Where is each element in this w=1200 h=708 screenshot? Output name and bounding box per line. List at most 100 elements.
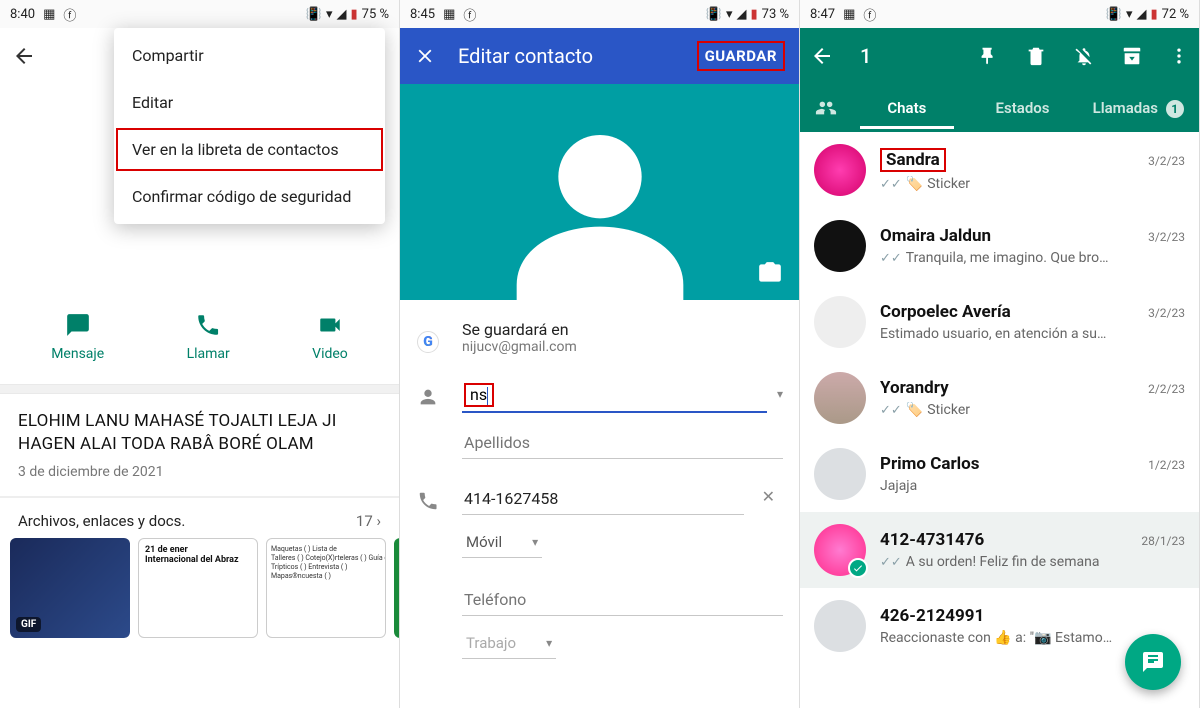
media-thumb[interactable]: GIF xyxy=(10,538,130,638)
expand-name-icon[interactable]: ▾ xyxy=(777,387,783,401)
media-thumb[interactable] xyxy=(138,538,258,638)
facebook-icon: ⓕ xyxy=(863,5,876,24)
chat-row[interactable]: Primo Carlos 1/2/23 Jajaja xyxy=(800,436,1199,512)
menu-confirmar-codigo[interactable]: Confirmar código de seguridad xyxy=(114,173,385,220)
tab-llamadas-label: Llamadas xyxy=(1093,99,1158,117)
archive-icon[interactable] xyxy=(1121,45,1143,67)
media-label: Archivos, enlaces y docs. xyxy=(18,512,185,530)
more-icon[interactable] xyxy=(1169,46,1189,66)
contact-photo-area[interactable] xyxy=(400,84,799,300)
media-thumbnails: GIF xyxy=(0,538,399,648)
media-count: 17 › xyxy=(356,512,381,530)
action-video[interactable]: Video xyxy=(312,312,348,362)
account-email: nijucv@gmail.com xyxy=(462,339,783,355)
vibrate-icon: 📳 xyxy=(706,7,722,22)
chat-row[interactable]: Corpoelec Avería 3/2/23 Estimado usuario… xyxy=(800,284,1199,360)
chat-date: 28/1/23 xyxy=(1141,534,1185,548)
delete-icon[interactable] xyxy=(1025,45,1047,67)
chat-name: 426-2124991 xyxy=(880,606,984,626)
wifi-icon: ▾ xyxy=(726,7,733,22)
lastname-input[interactable] xyxy=(462,423,783,459)
media-thumb[interactable] xyxy=(266,538,386,638)
status-bar: 8:47 ▦ ⓕ 📳 ▾ ◢ ▮ 72 % xyxy=(800,0,1199,28)
save-button[interactable]: GUARDAR xyxy=(697,41,785,71)
message-icon xyxy=(65,312,91,338)
new-chat-fab[interactable] xyxy=(1125,634,1181,690)
chat-icon xyxy=(1141,650,1165,674)
media-links-row[interactable]: Archivos, enlaces y docs. 17 › xyxy=(0,498,399,538)
chat-avatar[interactable] xyxy=(814,600,866,652)
contact-actions: Mensaje Llamar Video xyxy=(0,294,399,384)
wifi-icon: ▾ xyxy=(326,7,333,22)
phone2-input[interactable] xyxy=(462,580,783,616)
clear-phone-icon[interactable]: ✕ xyxy=(754,479,783,514)
vibrate-icon: 📳 xyxy=(306,7,322,22)
phone-row: 414-1627458 ✕ Móvil▾ Trabajo▾ xyxy=(416,469,783,669)
phone-number-input[interactable]: 414-1627458 xyxy=(462,479,744,515)
chat-avatar[interactable] xyxy=(814,220,866,272)
camera-icon[interactable] xyxy=(757,260,783,286)
phone-type-select[interactable]: Móvil▾ xyxy=(462,525,542,558)
chat-avatar[interactable] xyxy=(814,296,866,348)
chat-avatar[interactable] xyxy=(814,524,866,576)
facebook-icon: ⓕ xyxy=(63,5,76,24)
about-section[interactable]: ELOHIM LANU MAHASÉ TOJALTI LEJA JI HAGEN… xyxy=(0,394,399,496)
whatsapp-tabs: Chats Estados Llamadas 1 xyxy=(800,84,1199,132)
tab-chats[interactable]: Chats xyxy=(852,87,962,129)
chat-name: Omaira Jaldun xyxy=(880,226,991,246)
chat-preview: ✓✓ A su orden! Feliz fin de semana xyxy=(880,554,1185,570)
battery-pct: 72 % xyxy=(1162,7,1189,22)
mute-icon[interactable] xyxy=(1073,45,1095,67)
google-icon: G xyxy=(416,330,440,354)
phone-type-label: Móvil xyxy=(466,533,502,551)
pin-icon[interactable] xyxy=(977,45,999,67)
facebook-icon: ⓕ xyxy=(463,5,476,24)
selected-check-icon xyxy=(848,558,868,578)
avatar-placeholder-icon xyxy=(500,110,700,310)
menu-compartir[interactable]: Compartir xyxy=(114,32,385,79)
image-icon: ▦ xyxy=(43,7,55,22)
action-video-label: Video xyxy=(312,346,348,362)
chat-date: 2/2/23 xyxy=(1148,382,1185,396)
chat-preview: ✓✓🏷️ Sticker xyxy=(880,402,1185,418)
read-ticks-icon: ✓✓ xyxy=(880,403,902,418)
tab-llamadas[interactable]: Llamadas 1 xyxy=(1083,87,1193,130)
battery-icon: ▮ xyxy=(750,7,757,22)
chat-row[interactable]: 412-4731476 28/1/23 ✓✓ A su orden! Feliz… xyxy=(800,512,1199,588)
chat-avatar[interactable] xyxy=(814,372,866,424)
status-bar: 8:45 ▦ ⓕ 📳 ▾ ◢ ▮ 73 % xyxy=(400,0,799,28)
back-icon[interactable] xyxy=(810,44,834,68)
firstname-input[interactable]: ns xyxy=(464,383,494,407)
action-llamar[interactable]: Llamar xyxy=(187,312,230,362)
chat-avatar[interactable] xyxy=(814,144,866,196)
read-ticks-icon: ✓✓ xyxy=(880,555,902,570)
appbar-title: Editar contacto xyxy=(458,44,675,68)
phone2-type-select[interactable]: Trabajo▾ xyxy=(462,626,556,659)
menu-ver-contactos[interactable]: Ver en la libreta de contactos xyxy=(114,126,385,173)
tab-estados[interactable]: Estados xyxy=(968,87,1078,129)
close-icon[interactable] xyxy=(414,45,436,67)
gif-badge: GIF xyxy=(16,617,41,632)
chat-avatar[interactable] xyxy=(814,448,866,500)
status-time: 8:45 xyxy=(410,7,435,22)
chat-row[interactable]: Yorandry 2/2/23 ✓✓🏷️ Sticker xyxy=(800,360,1199,436)
chat-date: 3/2/23 xyxy=(1148,154,1185,168)
chat-date: 3/2/23 xyxy=(1148,230,1185,244)
battery-pct: 73 % xyxy=(762,7,789,22)
menu-editar[interactable]: Editar xyxy=(114,79,385,126)
action-mensaje[interactable]: Mensaje xyxy=(51,312,104,362)
back-icon[interactable] xyxy=(12,44,36,68)
community-tab-icon[interactable] xyxy=(806,97,846,119)
chat-row[interactable]: Sandra 3/2/23 ✓✓🏷️ Sticker xyxy=(800,132,1199,208)
sticker-icon: 🏷️ xyxy=(906,176,923,192)
signal-icon: ◢ xyxy=(336,7,346,22)
about-date: 3 de diciembre de 2021 xyxy=(18,464,381,480)
signal-icon: ◢ xyxy=(736,7,746,22)
selection-action-bar: 1 xyxy=(800,28,1199,84)
chat-date: 3/2/23 xyxy=(1148,306,1185,320)
chat-name: Corpoelec Avería xyxy=(880,302,1011,322)
name-row: ns ▾ xyxy=(416,365,783,469)
about-text: ELOHIM LANU MAHASÉ TOJALTI LEJA JI HAGEN… xyxy=(18,410,381,456)
overflow-menu: Compartir Editar Ver en la libreta de co… xyxy=(114,28,385,224)
chat-row[interactable]: Omaira Jaldun 3/2/23 ✓✓ Tranquila, me im… xyxy=(800,208,1199,284)
